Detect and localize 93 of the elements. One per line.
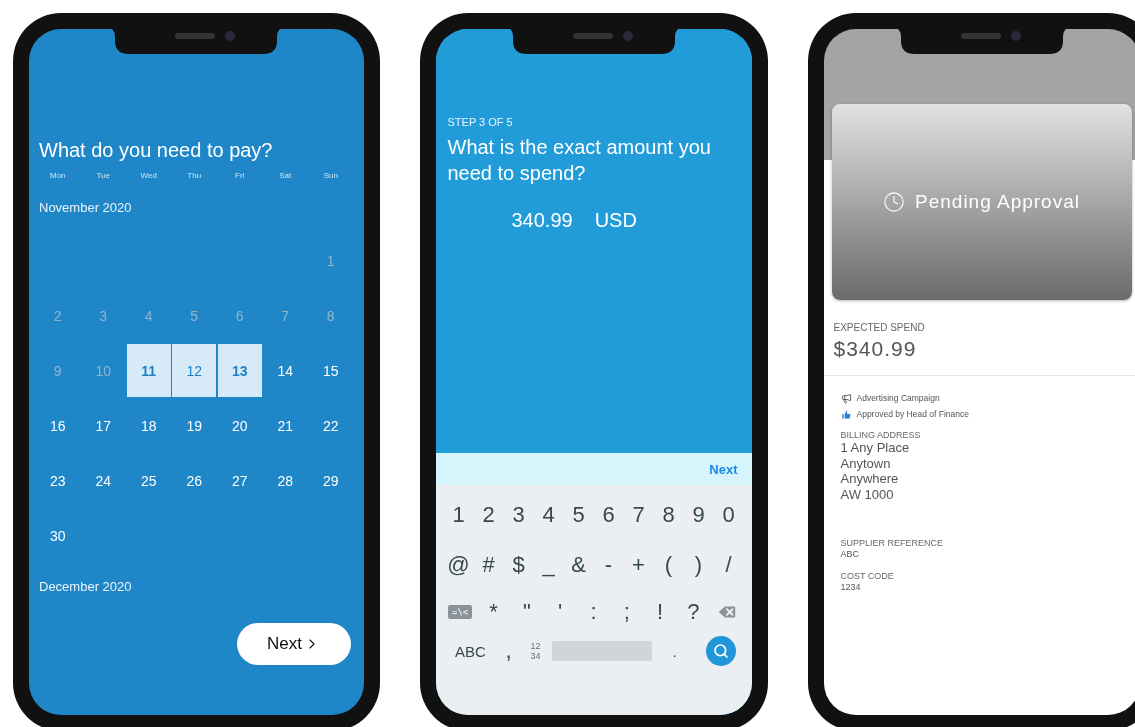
weekday-label: Thu	[186, 171, 203, 180]
calendar-day[interactable]: 24	[81, 454, 126, 507]
calendar-day: 7	[263, 289, 308, 342]
field-value: AW 1000	[840, 486, 895, 502]
weekday-label: Mon	[48, 171, 67, 180]
calendar-day[interactable]: 25	[126, 454, 171, 507]
keyboard-key[interactable]: -	[604, 552, 613, 578]
calendar-day: 8	[308, 289, 353, 342]
calendar-day[interactable]: 29	[308, 454, 353, 507]
status-label: Pending Approval	[915, 191, 1080, 213]
keyboard-key[interactable]: 8	[662, 502, 675, 528]
step-label: STEP 3 OF 5	[447, 116, 514, 128]
tag-text: Approved by Head of Finance	[856, 409, 969, 419]
field-value: Anytown	[840, 455, 892, 471]
amount-value: 340.99	[511, 209, 573, 232]
clock-icon	[883, 191, 905, 213]
field-label: EXPECTED SPEND	[833, 322, 926, 333]
calendar-day[interactable]: 14	[263, 344, 308, 397]
keyboard-key[interactable]: 2	[482, 502, 495, 528]
screen-title: What is the exact amount you need to spend?	[447, 135, 712, 186]
numbers-key[interactable]: 12 34	[530, 641, 541, 661]
calendar-day: 4	[126, 289, 171, 342]
calendar-day: 10	[81, 344, 126, 397]
weekday-label: Sun	[322, 171, 339, 180]
keyboard-key[interactable]: "	[522, 599, 531, 625]
keyboard-key[interactable]: 9	[692, 502, 705, 528]
weekday-label: Wed	[139, 171, 158, 180]
currency-label: USD	[594, 209, 637, 232]
keyboard-key[interactable]: $	[512, 552, 525, 578]
keyboard-key[interactable]: 0	[722, 502, 735, 528]
calendar-day[interactable]: 15	[308, 344, 353, 397]
next-button[interactable]: Next	[236, 623, 351, 665]
calendar-day[interactable]: 21	[263, 399, 308, 452]
keyboard-key[interactable]: .	[672, 642, 677, 660]
calendar-day[interactable]: 16	[35, 399, 80, 452]
keyboard-key[interactable]: ?	[687, 599, 700, 625]
calendar-day[interactable]: 26	[172, 454, 217, 507]
weekday-label: Sat	[278, 171, 293, 180]
month-label: November 2020	[39, 200, 133, 215]
calendar-day: 5	[172, 289, 217, 342]
keyboard-key[interactable]: !	[657, 599, 664, 625]
calendar-day[interactable]: 12	[172, 344, 217, 397]
calendar-day: 2	[35, 289, 80, 342]
calendar-day[interactable]: 30	[35, 509, 80, 562]
keyboard-key[interactable]: ,	[505, 638, 512, 664]
tag-text: Advertising Campaign	[856, 393, 940, 403]
calendar-day[interactable]: 23	[35, 454, 80, 507]
field-value: 1 Any Place	[840, 440, 911, 456]
calendar-day: 3	[81, 289, 126, 342]
keyboard-key[interactable]: @	[447, 552, 470, 578]
keyboard-key[interactable]: *	[489, 599, 498, 625]
thumbs-up-icon	[840, 408, 852, 420]
weekday-label: Tue	[95, 171, 111, 180]
spend-value: $340.99	[833, 337, 918, 361]
field-value: ABC	[840, 548, 860, 561]
keyboard-key[interactable]: 4	[542, 502, 555, 528]
field-value: Anywhere	[840, 471, 900, 487]
keyboard-key[interactable]: '	[558, 599, 563, 625]
calendar-day[interactable]: 27	[217, 454, 262, 507]
keyboard-key[interactable]: 3	[512, 502, 525, 528]
search-icon	[712, 643, 729, 659]
keyboard-key[interactable]: 5	[572, 502, 585, 528]
keyboard-key[interactable]: 1	[452, 502, 465, 528]
keyboard-key[interactable]: ABC	[455, 642, 486, 660]
search-button[interactable]	[705, 636, 736, 666]
megaphone-icon	[840, 392, 852, 404]
keyboard-key[interactable]: 6	[602, 502, 615, 528]
keyboard-key[interactable]: )	[694, 552, 703, 578]
field-label: COST CODE	[840, 571, 895, 581]
keyboard-key[interactable]: ;	[623, 599, 630, 625]
keyboard-key[interactable]: (	[664, 552, 673, 578]
field-value: 1234	[840, 581, 862, 594]
calendar-day[interactable]: 28	[263, 454, 308, 507]
calendar-day[interactable]: 18	[126, 399, 171, 452]
calendar-day: 6	[217, 289, 262, 342]
calendar-day[interactable]: 20	[217, 399, 262, 452]
keyboard-key[interactable]: 7	[632, 502, 645, 528]
weekday-label: Fri	[234, 171, 246, 180]
calendar-day: 9	[35, 344, 80, 397]
field-label: BILLING ADDRESS	[840, 430, 922, 440]
calendar-day[interactable]: 19	[172, 399, 217, 452]
keyboard-key[interactable]: /	[725, 552, 732, 578]
screen-title: What do you need to pay?	[39, 138, 274, 163]
keyboard-key[interactable]: :	[590, 599, 597, 625]
keyboard-key[interactable]: _	[542, 552, 555, 578]
calendar-day[interactable]: 17	[81, 399, 126, 452]
keyboard-key[interactable]: &	[571, 552, 586, 578]
month-label: December 2020	[39, 579, 133, 594]
field-label: SUPPLIER REFERENCE	[840, 538, 945, 548]
calendar-day: 1	[308, 234, 353, 287]
keyboard-key[interactable]: +	[632, 552, 645, 578]
keyboard-key[interactable]: #	[482, 552, 495, 578]
calendar-day[interactable]: 22	[308, 399, 353, 452]
